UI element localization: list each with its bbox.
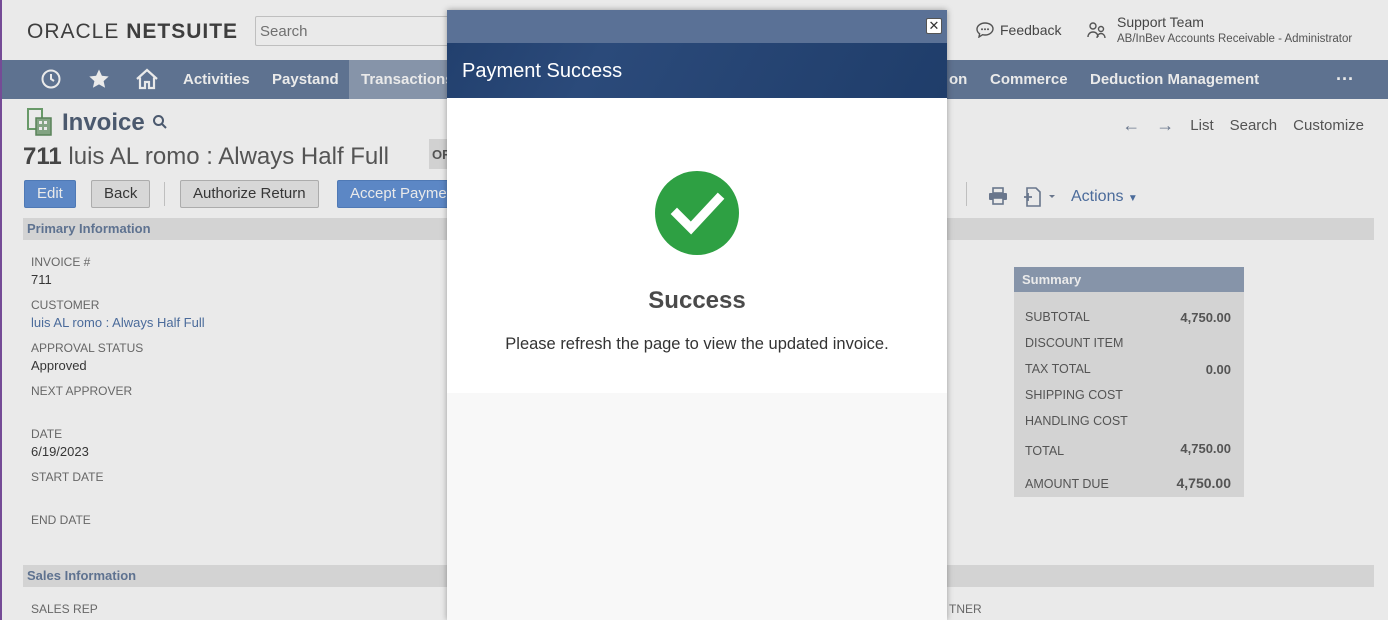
dialog-titlebar[interactable]: ✕	[447, 10, 947, 43]
success-heading: Success	[648, 287, 746, 314]
success-message: Please refresh the page to view the upda…	[505, 335, 889, 353]
success-check-icon	[655, 171, 739, 255]
payment-success-dialog: ✕ Payment Success Success Please refresh…	[447, 10, 947, 620]
dialog-body: Success Please refresh the page to view …	[447, 98, 947, 393]
close-icon[interactable]: ✕	[926, 18, 942, 34]
dialog-title: Payment Success	[447, 43, 947, 98]
